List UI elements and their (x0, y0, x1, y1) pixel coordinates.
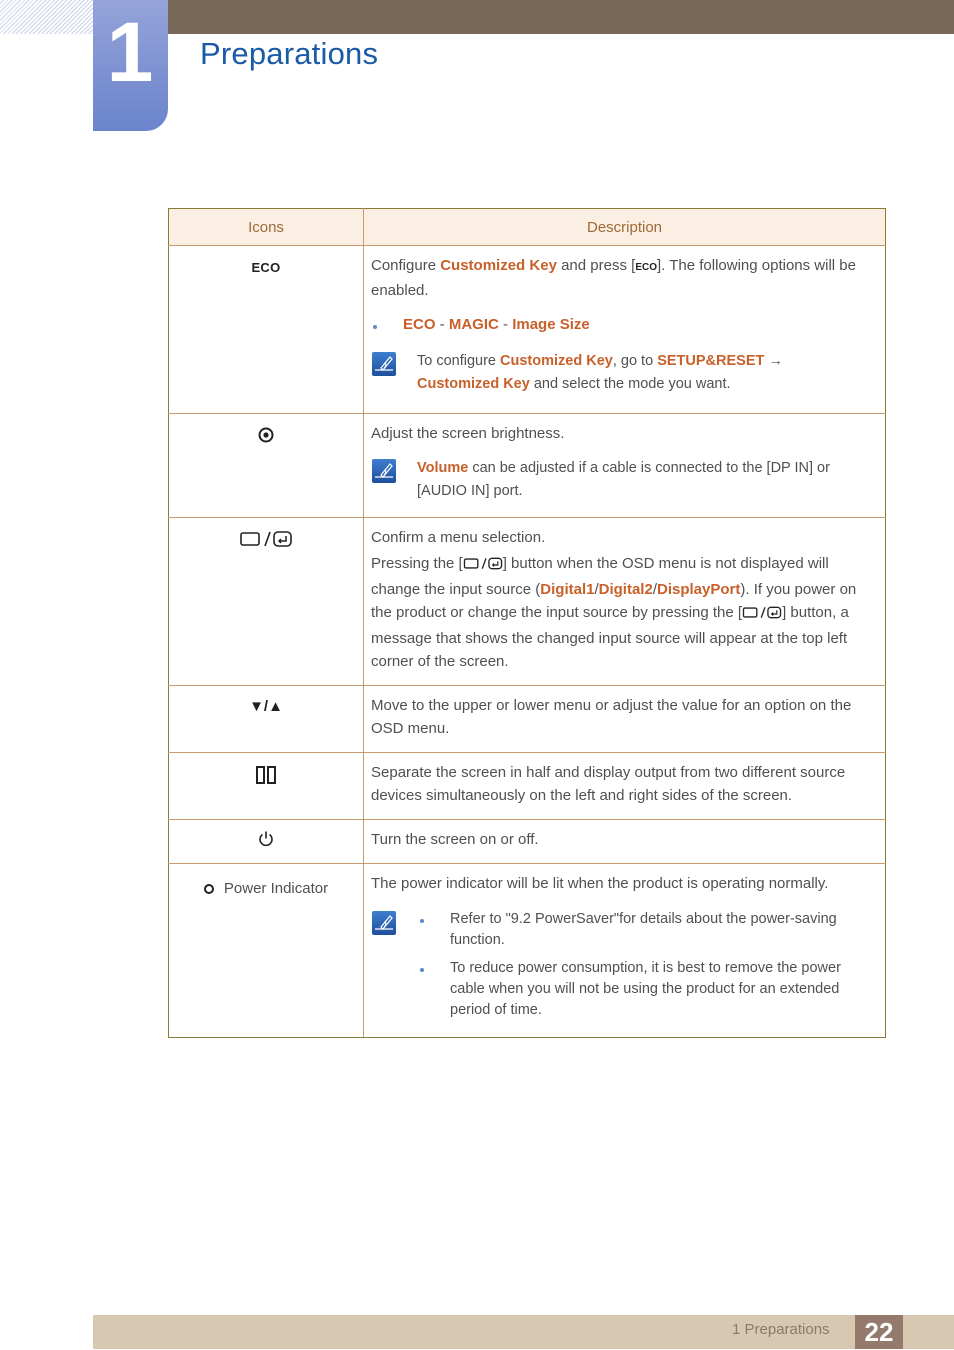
page-title: Preparations (200, 36, 379, 71)
description-cell: Move to the upper or lower menu or adjus… (363, 685, 886, 753)
description-cell: The power indicator will be lit when the… (363, 863, 886, 1038)
down-up-arrows-icon: ▼/▲ (249, 698, 283, 715)
power-indicator-icon (203, 883, 214, 894)
note-pencil-icon (372, 911, 396, 935)
table-header-row: Icons Description (168, 208, 886, 246)
power-icon (257, 830, 275, 853)
table-row: Separate the screen in half and display … (168, 752, 886, 820)
table-row: Confirm a menu selection. Pressing the [… (168, 517, 886, 686)
table-row: Adjust the screen brightness. Volume can… (168, 413, 886, 518)
header-icons: Icons (168, 208, 364, 246)
icon-cell (168, 819, 364, 864)
icons-table: Icons Description ECO Configure Customiz… (168, 208, 886, 1038)
description-text: Adjust the screen brightness. (371, 425, 565, 442)
icon-cell (168, 517, 364, 686)
note-box: Refer to "9.2 PowerSaver"for details abo… (371, 909, 877, 1021)
note-box: To configure Customized Key, go to SETUP… (371, 350, 877, 396)
source-enter-icon (742, 604, 782, 627)
pip-split-screen-icon (255, 765, 277, 790)
description-text: Turn the screen on or off. (371, 831, 539, 848)
decorative-hatch (0, 0, 93, 34)
description-text: Separate the screen in half and display … (371, 764, 846, 804)
description-cell: Turn the screen on or off. (363, 819, 886, 864)
description-cell: Configure Customized Key and press [ECO]… (363, 245, 886, 414)
footer-section-label: 1 Preparations (732, 1321, 830, 1338)
icon-cell: ▼/▲ (168, 685, 364, 753)
note-text: To configure Customized Key, go to SETUP… (417, 353, 783, 392)
note-box: Volume can be adjusted if a cable is con… (371, 457, 877, 503)
bullet-icon (420, 919, 424, 923)
note-list: Refer to "9.2 PowerSaver"for details abo… (417, 909, 877, 1021)
note-pencil-icon (372, 459, 396, 483)
source-enter-icon (239, 530, 293, 553)
bullet-icon (420, 968, 424, 972)
header-bar (168, 0, 954, 34)
table-row: ▼/▲ Move to the upper or lower menu or a… (168, 685, 886, 753)
note-list-item: To reduce power consumption, it is best … (417, 958, 877, 1021)
note-pencil-icon (372, 352, 396, 376)
description-text: Pressing the [] button when the OSD menu… (371, 555, 857, 670)
header-description: Description (363, 208, 886, 246)
icon-cell: Power Indicator (168, 863, 364, 1038)
table-row: ECO Configure Customized Key and press [… (168, 245, 886, 414)
page-number: 22 (855, 1315, 903, 1349)
eco-icon: ECO (635, 262, 657, 273)
icon-cell (168, 413, 364, 518)
power-indicator-label: Power Indicator (203, 880, 328, 897)
bullet-icon (373, 325, 377, 329)
note-text: Volume can be adjusted if a cable is con… (417, 460, 830, 499)
note-list-item: Refer to "9.2 PowerSaver"for details abo… (417, 909, 877, 951)
description-text: Move to the upper or lower menu or adjus… (371, 697, 852, 737)
chapter-number: 1 (106, 5, 154, 99)
description-cell: Adjust the screen brightness. Volume can… (363, 413, 886, 518)
option-list-item: ECO - MAGIC - Image Size (371, 313, 877, 336)
description-cell: Separate the screen in half and display … (363, 752, 886, 820)
description-text: The power indicator will be lit when the… (371, 875, 829, 892)
description-text: Configure Customized Key and press [ECO]… (371, 257, 856, 299)
description-cell: Confirm a menu selection. Pressing the [… (363, 517, 886, 686)
description-text: Confirm a menu selection. (371, 529, 546, 546)
icon-cell (168, 752, 364, 820)
table-row: Turn the screen on or off. (168, 819, 886, 864)
highlight-term: Customized Key (440, 257, 557, 274)
source-enter-icon (463, 555, 503, 578)
brightness-icon (257, 426, 275, 449)
eco-icon: ECO (251, 260, 281, 275)
icon-cell: ECO (168, 245, 364, 414)
table-row: Power Indicator The power indicator will… (168, 863, 886, 1038)
